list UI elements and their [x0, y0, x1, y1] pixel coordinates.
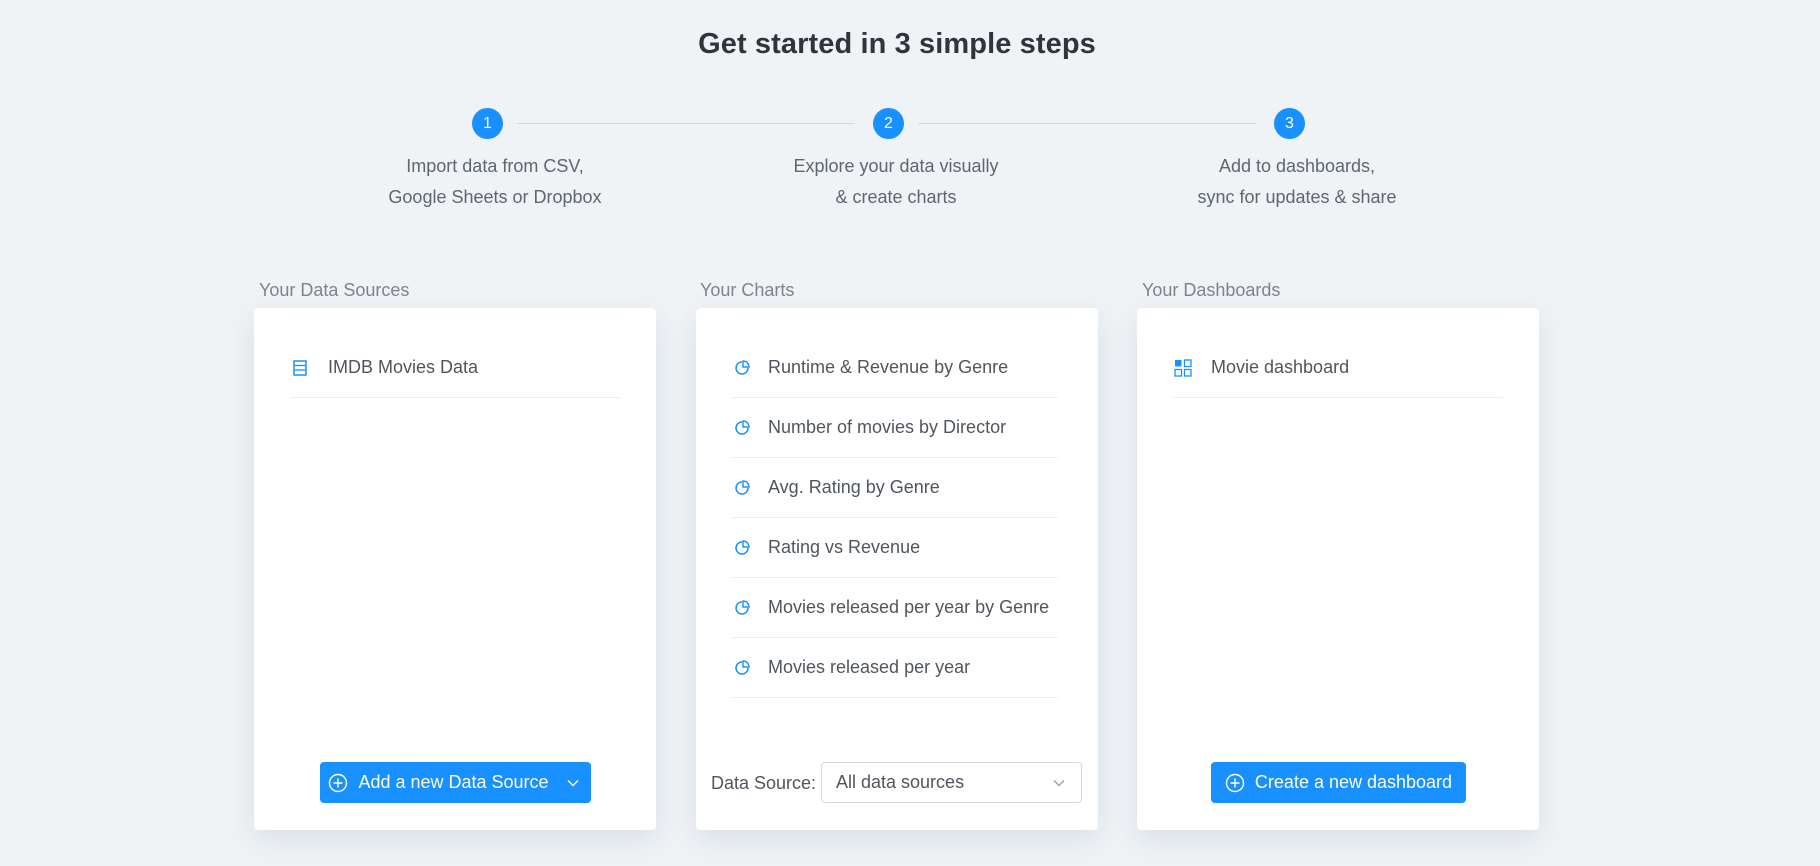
- chart-item[interactable]: Rating vs Revenue: [732, 518, 1058, 578]
- dashboards-heading: Your Dashboards: [1142, 280, 1281, 300]
- data-source-label: IMDB Movies Data: [328, 357, 479, 377]
- chart-item-label: Movies released per year by Genre: [768, 597, 1050, 617]
- add-data-source-label: Add a new Data Source: [358, 772, 549, 792]
- dashboard-item-label: Movie dashboard: [1211, 357, 1350, 377]
- step-3-line-1: Add to dashboards,: [1218, 156, 1376, 176]
- page: Get started in 3 simple steps 1 2 3 Impo…: [0, 0, 1820, 866]
- step-1-line-2: Google Sheets or Dropbox: [388, 187, 602, 207]
- pie-chart-icon: [732, 418, 752, 438]
- step-2-line-2: & create charts: [835, 187, 957, 207]
- dashboard-icon: [1173, 358, 1193, 378]
- chart-item-label: Avg. Rating by Genre: [768, 477, 940, 497]
- chart-item-label: Movies released per year: [768, 657, 971, 677]
- charts-panel: Runtime & Revenue by Genre Number of mov…: [696, 308, 1098, 830]
- pie-chart-icon: [732, 478, 752, 498]
- plus-circle-icon: [1225, 773, 1245, 793]
- pie-chart-icon: [732, 598, 752, 618]
- charts-heading: Your Charts: [700, 280, 795, 300]
- chart-item-label: Rating vs Revenue: [768, 537, 921, 557]
- data-sources-heading: Your Data Sources: [259, 280, 410, 300]
- step-2-badge: 2: [873, 108, 904, 139]
- step-3-line-2: sync for updates & share: [1197, 187, 1397, 207]
- chevron-down-icon: [563, 773, 583, 793]
- step-3-badge: 3: [1274, 108, 1305, 139]
- data-source-select[interactable]: All data sources: [821, 762, 1082, 803]
- step-2-line-1: Explore your data visually: [793, 156, 999, 176]
- dashboard-item[interactable]: Movie dashboard: [1173, 338, 1503, 398]
- create-dashboard-button[interactable]: Create a new dashboard: [1211, 762, 1466, 803]
- pie-chart-icon: [732, 658, 752, 678]
- chart-item[interactable]: Number of movies by Director: [732, 398, 1058, 458]
- data-source-filter-label: Data Source:: [711, 773, 817, 793]
- chart-item[interactable]: Movies released per year by Genre: [732, 578, 1058, 638]
- data-sources-panel: IMDB Movies Data Add a new Data Source: [254, 308, 656, 830]
- step-1-badge: 1: [472, 108, 503, 139]
- pie-chart-icon: [732, 358, 752, 378]
- step-3-description: Add to dashboards, sync for updates & sh…: [1137, 151, 1457, 213]
- plus-circle-icon: [328, 773, 348, 793]
- dashboards-panel: Movie dashboard Create a new dashboard: [1137, 308, 1539, 830]
- add-data-source-button[interactable]: Add a new Data Source: [320, 762, 591, 803]
- step-connector: [517, 123, 855, 124]
- chevron-down-icon: [1051, 775, 1067, 791]
- chart-item[interactable]: Runtime & Revenue by Genre: [732, 338, 1058, 398]
- chart-item[interactable]: Avg. Rating by Genre: [732, 458, 1058, 518]
- step-connector: [918, 123, 1256, 124]
- chart-item-label: Number of movies by Director: [768, 417, 1007, 437]
- create-dashboard-label: Create a new dashboard: [1254, 772, 1453, 792]
- data-source-item[interactable]: IMDB Movies Data: [290, 338, 620, 398]
- data-source-select-value: All data sources: [836, 772, 965, 792]
- page-title: Get started in 3 simple steps: [698, 28, 1096, 60]
- chart-item[interactable]: Movies released per year: [732, 638, 1058, 698]
- table-icon: [290, 358, 310, 378]
- step-2-description: Explore your data visually & create char…: [736, 151, 1056, 213]
- step-1-description: Import data from CSV, Google Sheets or D…: [335, 151, 655, 213]
- pie-chart-icon: [732, 538, 752, 558]
- chart-item-label: Runtime & Revenue by Genre: [768, 357, 1009, 377]
- step-1-line-1: Import data from CSV,: [406, 156, 584, 176]
